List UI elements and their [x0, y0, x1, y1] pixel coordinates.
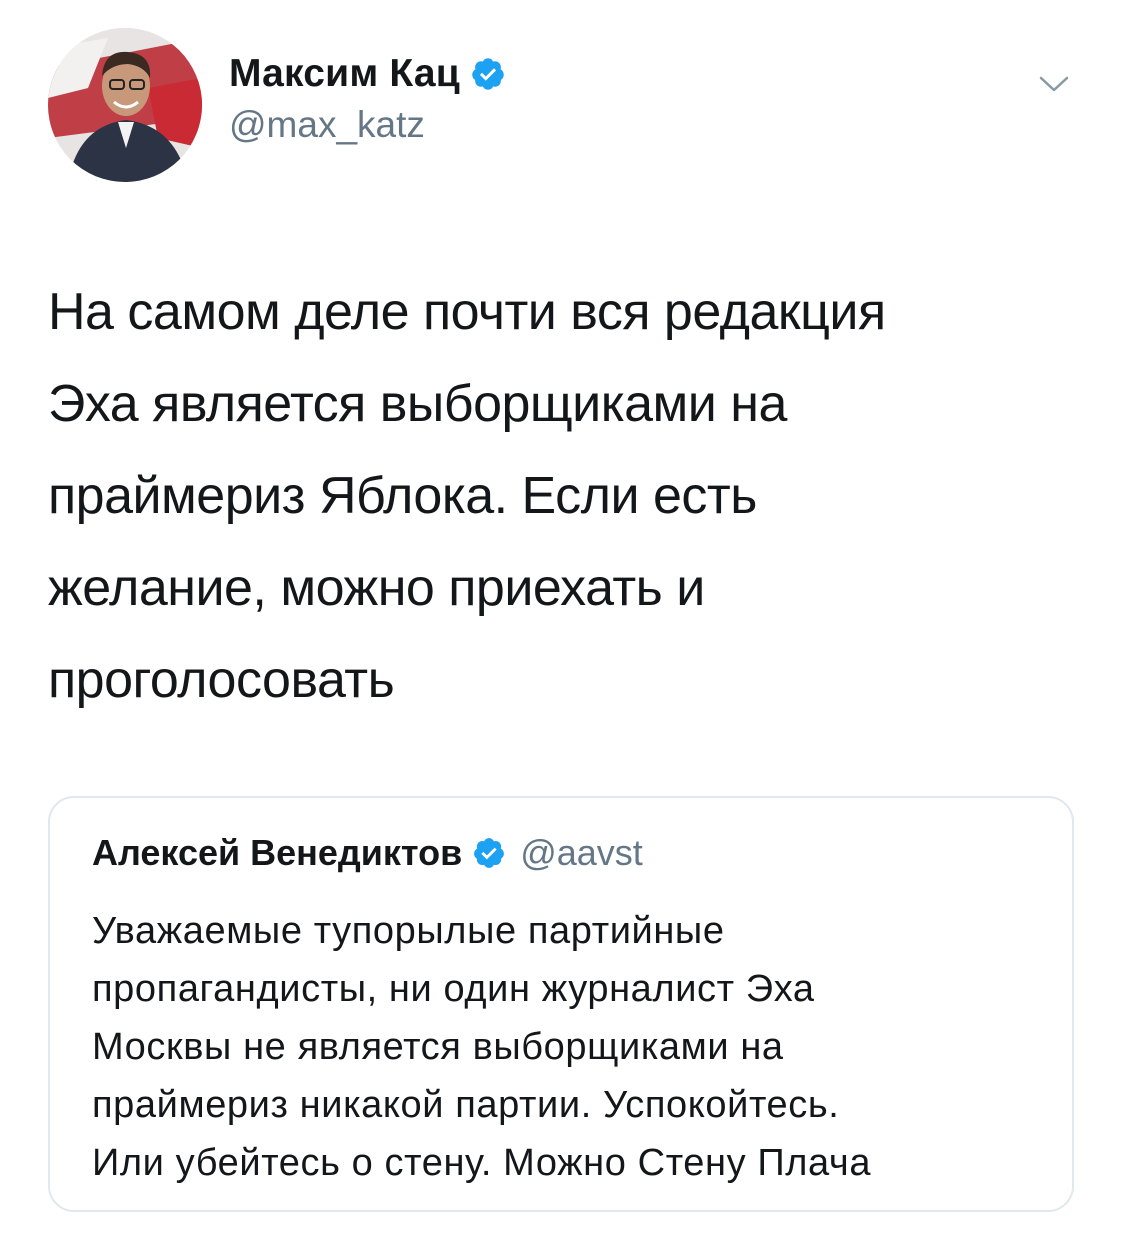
quoted-tweet-text: Уважаемые тупорылые партийные пропаганди…: [92, 910, 872, 1184]
tweet: Максим Кац @max_katz На самом деле почти…: [0, 0, 1125, 1234]
author-info: Максим Кац @max_katz: [229, 50, 506, 146]
author-name-row: Максим Кац: [229, 50, 506, 98]
author-avatar[interactable]: [48, 28, 202, 182]
verified-badge-icon: [470, 56, 506, 92]
author-display-name[interactable]: Максим Кац: [229, 52, 460, 96]
quoted-tweet-header: Алексей Венедиктов @aavst: [92, 828, 643, 878]
chevron-down-icon[interactable]: [1038, 72, 1070, 96]
verified-badge-icon: [472, 836, 506, 870]
author-handle[interactable]: @max_katz: [229, 104, 506, 146]
quoted-author-handle: @aavst: [520, 832, 643, 873]
avatar-photo-icon: [48, 28, 202, 182]
tweet-header: Максим Кац @max_katz: [48, 28, 1088, 183]
quoted-author-name: Алексей Венедиктов: [92, 832, 463, 873]
tweet-text: На самом деле почти вся редакция Эха явл…: [48, 283, 886, 709]
quoted-tweet[interactable]: Алексей Венедиктов @aavst Уважаемые тупо…: [48, 796, 1074, 1212]
